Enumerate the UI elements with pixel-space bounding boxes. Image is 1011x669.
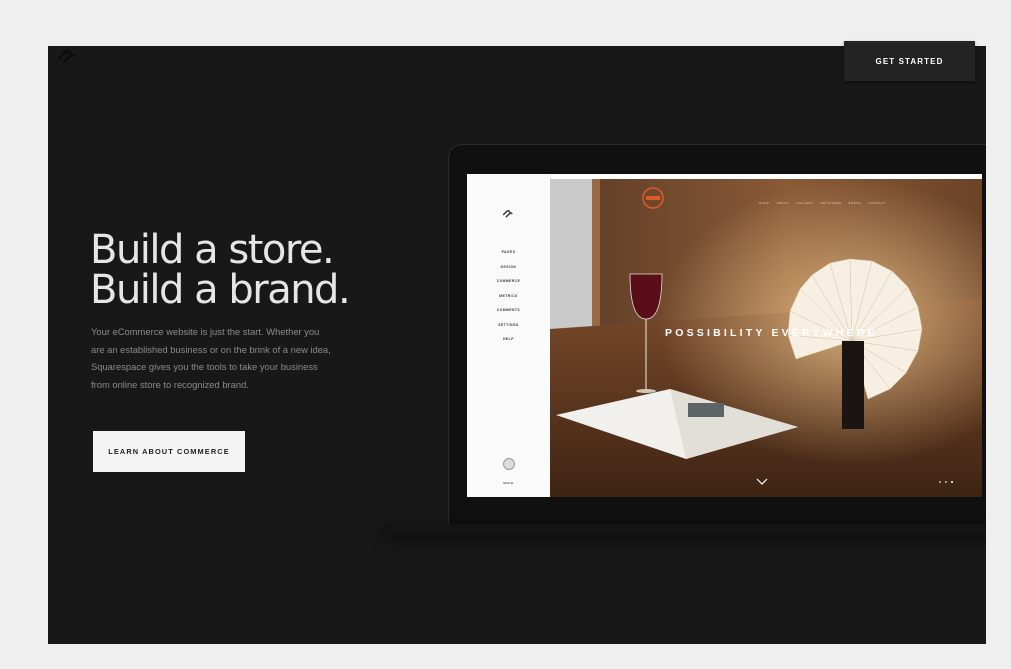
- hero-description: Your eCommerce website is just the start…: [91, 326, 331, 390]
- hero-title-line-2: Build a brand.: [90, 267, 351, 313]
- squarespace-logo-icon[interactable]: [502, 210, 514, 218]
- user-name: MAX B.: [503, 481, 514, 485]
- chevron-down-icon[interactable]: [756, 478, 768, 485]
- slide-dot-active[interactable]: [951, 481, 953, 483]
- preview-nav-about[interactable]: ABOUT: [776, 201, 789, 205]
- sidebar-item-comments[interactable]: COMMENTS: [467, 303, 550, 318]
- slide-indicator[interactable]: [939, 481, 953, 483]
- sidebar-menu: PAGES DESIGN COMMERCE METRICS COMMENTS S…: [467, 245, 550, 347]
- sidebar-item-settings[interactable]: SETTINGS: [467, 318, 550, 333]
- preview-nav-press[interactable]: PRESS: [849, 201, 862, 205]
- preview-headline: POSSIBILITY EVERYWHERE: [665, 327, 878, 339]
- sidebar-item-commerce[interactable]: COMMERCE: [467, 274, 550, 289]
- hero-title-line-1: Build a store.: [90, 227, 335, 273]
- sidebar-item-design[interactable]: DESIGN: [467, 260, 550, 275]
- sidebar-item-pages[interactable]: PAGES: [467, 245, 550, 260]
- get-started-button[interactable]: GET STARTED: [844, 41, 975, 81]
- preview-brand-logo-icon[interactable]: [641, 186, 665, 210]
- slide-dot[interactable]: [939, 481, 941, 483]
- preview-nav-contact[interactable]: CONTACT: [868, 201, 886, 205]
- page-background: Build a store. Build a brand. Your eComm…: [48, 46, 986, 644]
- user-avatar-icon[interactable]: [503, 458, 515, 470]
- squarespace-logo-icon[interactable]: [56, 50, 78, 64]
- learn-about-commerce-button[interactable]: LEARN ABOUT COMMERCE: [93, 431, 245, 472]
- editor-sidebar: PAGES DESIGN COMMERCE METRICS COMMENTS S…: [467, 174, 551, 497]
- slide-dot[interactable]: [945, 481, 947, 483]
- site-preview: SHOP ABOUT GALLERY RETAILERS PRESS CONTA…: [550, 179, 982, 497]
- sidebar-item-help[interactable]: HELP: [467, 332, 550, 347]
- preview-nav-retailers[interactable]: RETAILERS: [821, 201, 842, 205]
- preview-nav-gallery[interactable]: GALLERY: [796, 201, 813, 205]
- preview-nav-shop[interactable]: SHOP: [759, 201, 770, 205]
- preview-nav: SHOP ABOUT GALLERY RETAILERS PRESS CONTA…: [759, 201, 886, 205]
- sidebar-item-metrics[interactable]: METRICS: [467, 289, 550, 304]
- laptop-screen: PAGES DESIGN COMMERCE METRICS COMMENTS S…: [467, 174, 982, 497]
- laptop-base: [381, 524, 986, 534]
- hero-title: Build a store. Build a brand.: [90, 227, 351, 313]
